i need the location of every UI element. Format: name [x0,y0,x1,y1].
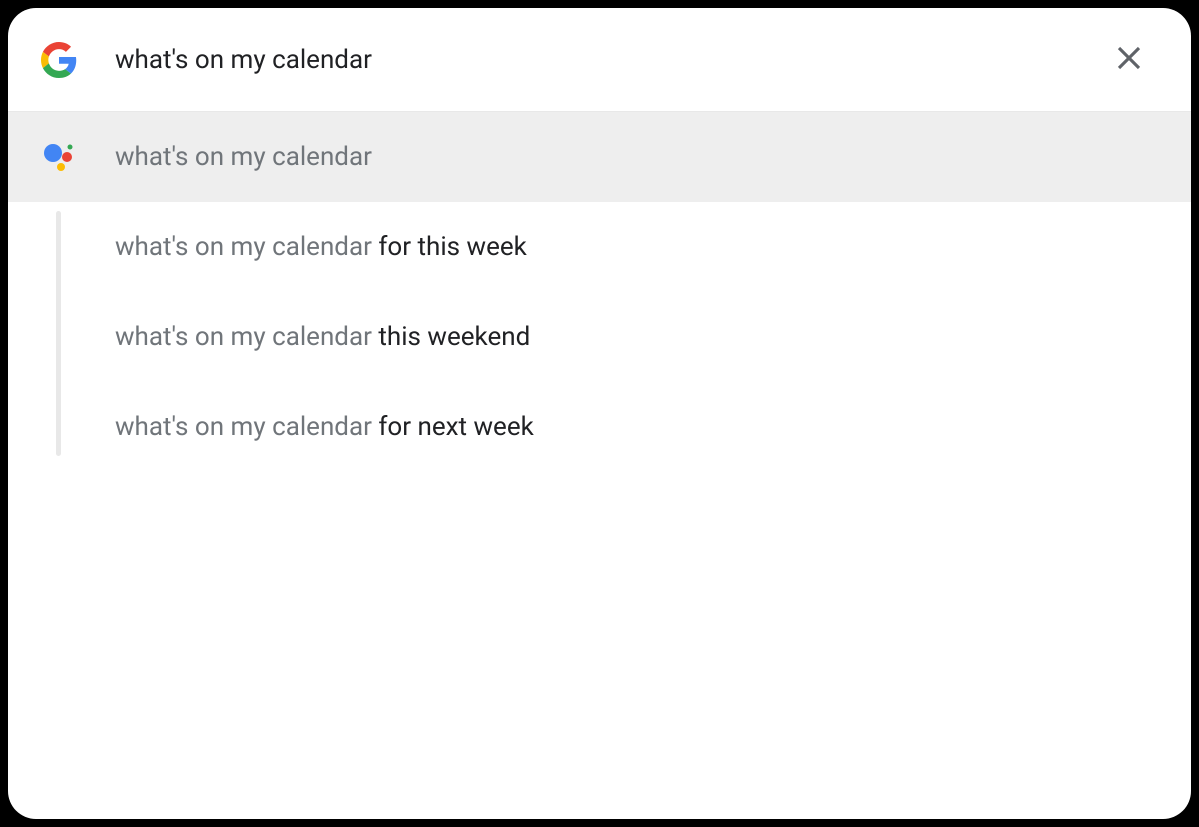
suggestion-text: what's on my calendar this weekend [115,324,530,350]
suggestion-text: what's on my calendar for this week [115,234,527,260]
assistant-icon [41,139,77,175]
suggestion-item[interactable]: what's on my calendar for this week [8,202,1191,292]
suggestion-item[interactable]: what's on my calendar this weekend [8,292,1191,382]
scroll-indicator [56,211,61,456]
search-card: what's on my calendar what's on my calen… [8,8,1191,819]
suggestions-list: what's on my calendar what's on my calen… [8,112,1191,472]
search-bar [8,8,1191,112]
search-input[interactable] [115,45,1107,75]
suggestion-text: what's on my calendar [115,144,372,170]
google-logo-icon [41,42,77,78]
close-icon [1114,43,1144,77]
suggestion-item[interactable]: what's on my calendar [8,112,1191,202]
suggestion-text: what's on my calendar for next week [115,414,534,440]
suggestion-item[interactable]: what's on my calendar for next week [8,382,1191,472]
close-button[interactable] [1107,38,1151,82]
